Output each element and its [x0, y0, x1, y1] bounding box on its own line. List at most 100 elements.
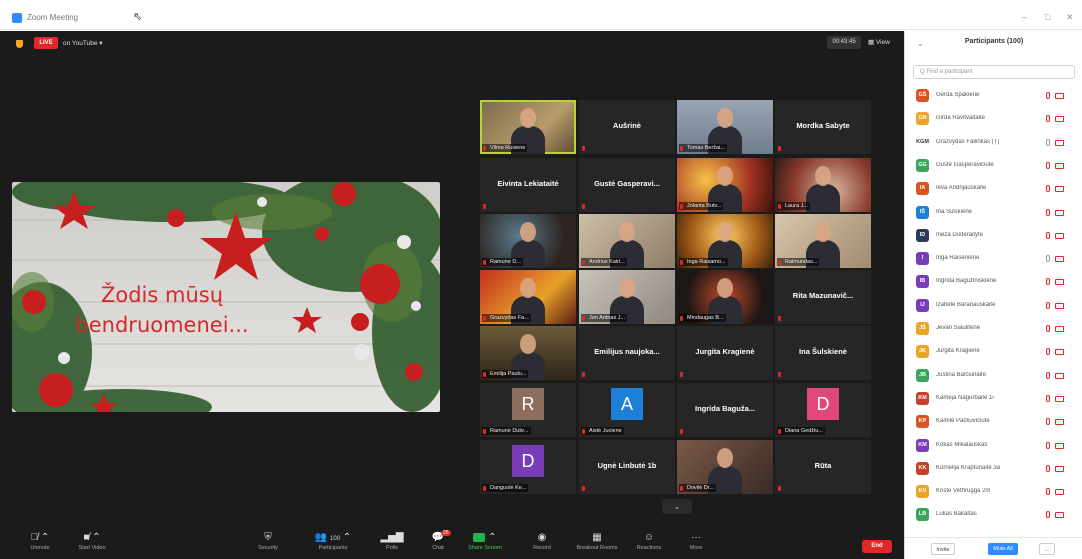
video-off-icon[interactable] [1055, 232, 1064, 239]
participant-row[interactable]: GG Gustė Gasperavičiūtė [905, 154, 1082, 177]
video-off-icon[interactable] [1055, 209, 1064, 216]
video-off-icon[interactable] [1055, 326, 1064, 332]
video-tile[interactable]: Gustė Gasperavi... [579, 158, 675, 212]
video-tile[interactable]: Jon Antnas J... [579, 270, 675, 324]
participant-search-input[interactable]: Q Find a participant [913, 65, 1075, 79]
participant-row[interactable]: KP Kamilė Pačkuvičiūtė [905, 410, 1082, 433]
mic-muted-icon[interactable] [1046, 255, 1050, 263]
video-off-icon[interactable] [1055, 139, 1064, 146]
participant-row[interactable]: IŠ Ina Šulskienė [905, 201, 1082, 224]
mic-muted-icon[interactable] [1046, 92, 1050, 99]
video-off-icon[interactable] [1055, 465, 1064, 472]
video-tile[interactable]: Mindaugas B... [677, 270, 773, 324]
participant-row[interactable]: LB Lukas Bakaitas [905, 503, 1082, 526]
video-off-icon[interactable] [1055, 442, 1064, 449]
end-meeting-button[interactable]: End [862, 540, 892, 553]
video-tile[interactable]: Inga Raisamo... [677, 214, 773, 268]
video-tile[interactable]: Ugnė Linbutė 1b [579, 440, 675, 494]
video-tile[interactable]: Emilijus naujoka... [579, 326, 675, 380]
mic-muted-icon[interactable] [1046, 115, 1050, 123]
mic-muted-icon[interactable] [1046, 161, 1050, 169]
participant-row[interactable]: ID Ineza Dūderaitytė [905, 224, 1082, 247]
video-off-icon[interactable] [1055, 256, 1064, 263]
security-button[interactable]: ⛨ Security [238, 530, 298, 551]
start-video-button[interactable]: ■̸ ⌃ Start Video [62, 530, 122, 551]
video-off-icon[interactable] [1055, 93, 1064, 99]
invite-button[interactable]: Invite [931, 543, 955, 555]
participant-row[interactable]: KK Kornelija Kraptūnaitė 3a [905, 457, 1082, 480]
video-off-icon[interactable] [1055, 279, 1064, 286]
video-tile[interactable]: Jolanta Butv... [677, 158, 773, 212]
participant-row[interactable]: IB Ingrida Bagužiniskienė [905, 270, 1082, 293]
share-screen-button[interactable]: ⌃ Share Screen [455, 530, 515, 551]
mic-muted-icon[interactable] [1046, 511, 1050, 519]
video-tile[interactable]: R Ramunė Dubr... [480, 383, 576, 437]
mute-all-button[interactable]: Mute All [988, 543, 1018, 555]
mic-muted-icon[interactable] [1046, 278, 1050, 286]
mic-muted-icon[interactable] [1046, 464, 1050, 472]
video-tile[interactable]: A Aistė Juciene [579, 383, 675, 437]
video-tile[interactable]: Aušrinė [579, 100, 675, 154]
minimize-button[interactable]: – [1022, 12, 1027, 22]
video-off-icon[interactable] [1055, 349, 1064, 356]
video-off-icon[interactable] [1055, 395, 1064, 402]
livestream-target-dropdown[interactable]: on YouTube ▾ [63, 39, 103, 47]
video-off-icon[interactable] [1055, 302, 1064, 309]
participants-button[interactable]: 👥 100 ⌃ Participants [303, 530, 363, 551]
participant-row[interactable]: KM Kokas Mikalauskas [905, 434, 1082, 457]
live-badge[interactable]: LIVE [34, 37, 58, 49]
breakout-rooms-button[interactable]: ▦ Breakout Rooms [567, 530, 627, 551]
mic-muted-icon[interactable] [1046, 138, 1050, 146]
video-tile[interactable]: Mordka Sabyte [775, 100, 871, 154]
video-off-icon[interactable] [1055, 419, 1064, 426]
video-off-icon[interactable] [1055, 162, 1064, 169]
video-tile[interactable]: Raimundas... [775, 214, 871, 268]
record-button[interactable]: ◉ Record [512, 530, 572, 551]
mic-muted-icon[interactable] [1046, 185, 1050, 193]
unmute-button[interactable]: 🎙̸ ⌃ Unmute [10, 530, 70, 551]
video-off-icon[interactable] [1055, 186, 1064, 193]
video-off-icon[interactable] [1055, 372, 1064, 379]
mic-muted-icon[interactable] [1046, 441, 1050, 449]
video-off-icon[interactable] [1055, 512, 1064, 519]
participant-row[interactable]: GŠ Gerda Špakienė [905, 84, 1082, 107]
participant-row[interactable]: KV Kristė Vethrugga 2m [905, 480, 1082, 503]
participant-row[interactable]: IA Ieva Andrijauskaitė [905, 177, 1082, 200]
video-tile[interactable]: Laura J... [775, 158, 871, 212]
view-button[interactable]: ▦ View [868, 38, 890, 46]
participant-row[interactable]: IJ Izabelė Baranauskaitė [905, 294, 1082, 317]
mic-muted-icon[interactable] [1046, 418, 1050, 426]
video-tile[interactable]: Vilma Rusiene [480, 100, 576, 154]
collapse-chevron-icon[interactable]: ⌄ [917, 39, 924, 48]
security-shield-icon[interactable] [16, 40, 23, 48]
close-button[interactable]: ✕ [1066, 12, 1074, 23]
video-off-icon[interactable] [1055, 489, 1064, 496]
participant-row[interactable]: GN Girda Ravitvaitaitė [905, 107, 1082, 130]
video-tile[interactable]: Jurgita Kragienė [677, 326, 773, 380]
video-tile[interactable]: Rita Mazunavič... [775, 270, 871, 324]
mic-muted-icon[interactable] [1046, 348, 1050, 356]
maximize-button[interactable]: □ [1045, 12, 1050, 22]
more-options-button[interactable]: ... [1039, 543, 1055, 555]
mic-muted-icon[interactable] [1046, 488, 1050, 496]
video-tile[interactable]: Andrius Kairi... [579, 214, 675, 268]
gallery-scroll-down-button[interactable]: ⌄ [662, 499, 692, 514]
participant-row[interactable]: KGM Grazvydas Fallinkas (T) [905, 131, 1082, 154]
video-tile[interactable]: Eivinta Lekiataitė [480, 158, 576, 212]
participant-row[interactable]: JK Jurgita Kragienė [905, 340, 1082, 363]
video-tile[interactable]: Tomas Beržai... [677, 100, 773, 154]
video-tile[interactable]: Rūta [775, 440, 871, 494]
participant-row[interactable]: I Inga Raisenienė [905, 247, 1082, 270]
video-off-icon[interactable] [1055, 116, 1064, 123]
participant-row[interactable]: JŠ Jevan Šiaulitėnė [905, 317, 1082, 340]
mic-muted-icon[interactable] [1046, 231, 1050, 239]
participant-row[interactable]: KM Kamėja Nagurbaitė 1i [905, 387, 1082, 410]
video-tile[interactable]: D Diana Gedžiu... [775, 383, 871, 437]
video-tile[interactable]: Ramune D... [480, 214, 576, 268]
video-tile[interactable]: Ina Šulskienė [775, 326, 871, 380]
more-button[interactable]: ··· More [666, 530, 726, 551]
mic-muted-icon[interactable] [1046, 301, 1050, 309]
video-tile[interactable]: D Danguolė Ke... [480, 440, 576, 494]
participant-row[interactable]: JB Justina Balčiūnaitė [905, 364, 1082, 387]
mic-muted-icon[interactable] [1046, 371, 1050, 379]
